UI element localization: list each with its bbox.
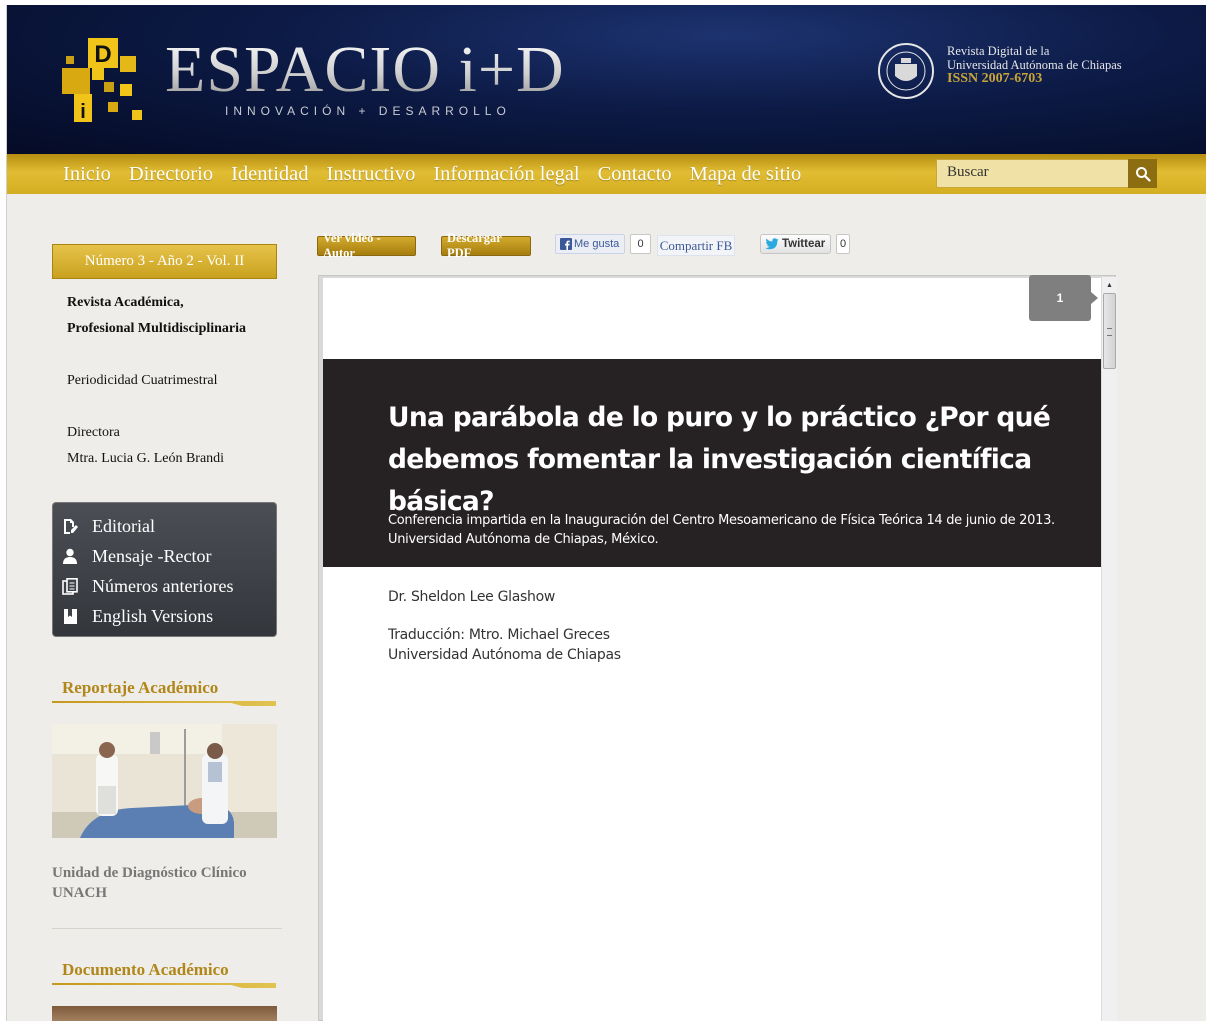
issn-label: ISSN 2007-6703 xyxy=(947,71,1043,86)
svg-text:i: i xyxy=(80,101,86,122)
reportaje-photo[interactable] xyxy=(52,724,277,838)
tweet-button[interactable]: Twittear xyxy=(760,234,831,254)
site-logo-subtitle: INNOVACIÓN + DESARROLLO xyxy=(225,104,511,118)
periodicity-text: Periodicidad Cuatrimestral xyxy=(67,373,218,388)
sidebar-item-label: English Versions xyxy=(92,605,214,626)
search-button[interactable] xyxy=(1128,159,1157,188)
university-line-1: Revista Digital de la xyxy=(947,44,1050,58)
sidebar-item-mensaje-rector[interactable]: Mensaje -Rector xyxy=(53,541,276,571)
section-title-documento[interactable]: Documento Académico xyxy=(62,960,229,980)
main-navbar: Inicio Directorio Identidad Instructivo … xyxy=(7,154,1206,194)
document-author: Dr. Sheldon Lee Glashow xyxy=(388,589,556,605)
university-seal-icon xyxy=(878,43,934,99)
document-title-banner: Una parábola de lo puro y lo práctico ¿P… xyxy=(323,359,1102,567)
issue-badge[interactable]: Número 3 - Año 2 - Vol. II xyxy=(52,244,277,279)
director-label: Directora xyxy=(67,425,120,440)
nav-informacion-legal[interactable]: Información legal xyxy=(433,163,579,186)
search-icon xyxy=(1135,166,1151,182)
university-line-2: Universidad Autónoma de Chiapas xyxy=(947,58,1122,72)
journal-description: Revista Académica, Profesional Multidisc… xyxy=(67,290,246,342)
facebook-share-button[interactable]: Compartir FB xyxy=(657,235,735,256)
sidebar-item-numeros-anteriores[interactable]: Números anteriores xyxy=(53,571,276,601)
reportaje-caption[interactable]: Unidad de Diagnóstico Clínico UNACH xyxy=(52,863,247,903)
nav-instructivo[interactable]: Instructivo xyxy=(327,163,416,186)
section-underline xyxy=(52,701,276,706)
journal-line-1: Revista Académica, xyxy=(67,295,184,310)
document-subtitle: Conferencia impartida en la Inauguración… xyxy=(388,511,1088,549)
document-page: Una parábola de lo puro y lo práctico ¿P… xyxy=(323,278,1102,1021)
tweet-label: Twittear xyxy=(782,238,826,250)
caption-line-1: Unidad de Diagnóstico Clínico xyxy=(52,865,247,881)
documents-icon xyxy=(61,577,79,595)
site-header: D i ESPACIO i+D INNOVACIÓN + DESARROLLO … xyxy=(7,5,1206,154)
scrollbar-thumb[interactable] xyxy=(1103,293,1116,369)
document-edit-icon xyxy=(61,517,79,535)
logo-mark-icon[interactable]: D i xyxy=(62,38,146,122)
download-pdf-button[interactable]: Descargar PDF xyxy=(441,231,531,260)
viewer-scrollbar[interactable]: ▲ xyxy=(1101,277,1117,1021)
facebook-like-button[interactable]: Me gusta xyxy=(555,234,625,254)
page-badge-arrow xyxy=(1091,292,1098,304)
nav-inicio[interactable]: Inicio xyxy=(63,163,111,186)
user-icon xyxy=(61,547,79,565)
sidebar-item-label: Números anteriores xyxy=(92,575,234,596)
document-subtitle-line-1: Conferencia impartida en la Inauguración… xyxy=(388,513,1055,528)
director-name: Mtra. Lucia G. León Brandi xyxy=(67,451,225,466)
bookmark-page-icon xyxy=(61,607,79,625)
documento-photo[interactable] xyxy=(52,1006,277,1021)
nav-mapa-de-sitio[interactable]: Mapa de sitio xyxy=(690,163,802,186)
like-label: Me gusta xyxy=(574,238,620,250)
tweet-count: 0 xyxy=(836,234,850,254)
sidebar-menu: Editorial Mensaje -Rector Números anteri… xyxy=(52,502,277,637)
nav-contacto[interactable]: Contacto xyxy=(598,163,672,186)
sidebar-item-label: Mensaje -Rector xyxy=(92,545,212,566)
section-title-reportaje[interactable]: Reportaje Académico xyxy=(62,678,218,698)
document-title: Una parábola de lo puro y lo práctico ¿P… xyxy=(388,397,1088,523)
search-input[interactable]: Buscar xyxy=(936,159,1129,188)
university-info: Revista Digital de la Universidad Autóno… xyxy=(947,44,1122,86)
document-viewer[interactable]: Una parábola de lo puro y lo práctico ¿P… xyxy=(318,275,1116,1021)
watch-video-button[interactable]: Ver video -Autor xyxy=(317,231,416,260)
nav-identidad[interactable]: Identidad xyxy=(231,163,308,186)
like-count: 0 xyxy=(630,234,651,254)
director-info: Directora Mtra. Lucia G. León Brandi xyxy=(67,420,224,472)
site-logo-text[interactable]: ESPACIO i+D xyxy=(165,35,565,105)
document-translation: Traducción: Mtro. Michael Greces xyxy=(388,627,610,643)
scrollbar-grip-icon xyxy=(1107,328,1112,336)
sidebar-divider xyxy=(52,928,282,929)
nav-directorio[interactable]: Directorio xyxy=(129,163,213,186)
page-number-badge: 1 xyxy=(1029,275,1091,321)
sidebar-item-label: Editorial xyxy=(92,515,155,536)
sidebar-item-editorial[interactable]: Editorial xyxy=(53,511,276,541)
twitter-bird-icon xyxy=(765,238,779,250)
journal-line-2: Profesional Multidisciplinaria xyxy=(67,321,247,336)
caption-line-2: UNACH xyxy=(52,885,107,901)
document-subtitle-line-2: Universidad Autónoma de Chiapas, México. xyxy=(388,532,659,547)
main-nav: Inicio Directorio Identidad Instructivo … xyxy=(63,154,819,194)
page-frame: D i ESPACIO i+D INNOVACIÓN + DESARROLLO … xyxy=(6,5,1206,1021)
section-underline xyxy=(52,983,276,988)
facebook-icon xyxy=(560,238,572,250)
svg-text:D: D xyxy=(94,41,111,68)
document-title-line-1: Una parábola de lo puro y lo práctico ¿P… xyxy=(388,402,1051,433)
document-translation-affiliation: Universidad Autónoma de Chiapas xyxy=(388,647,621,663)
sidebar-item-english-versions[interactable]: English Versions xyxy=(53,601,276,631)
scroll-up-arrow-icon[interactable]: ▲ xyxy=(1102,277,1117,292)
